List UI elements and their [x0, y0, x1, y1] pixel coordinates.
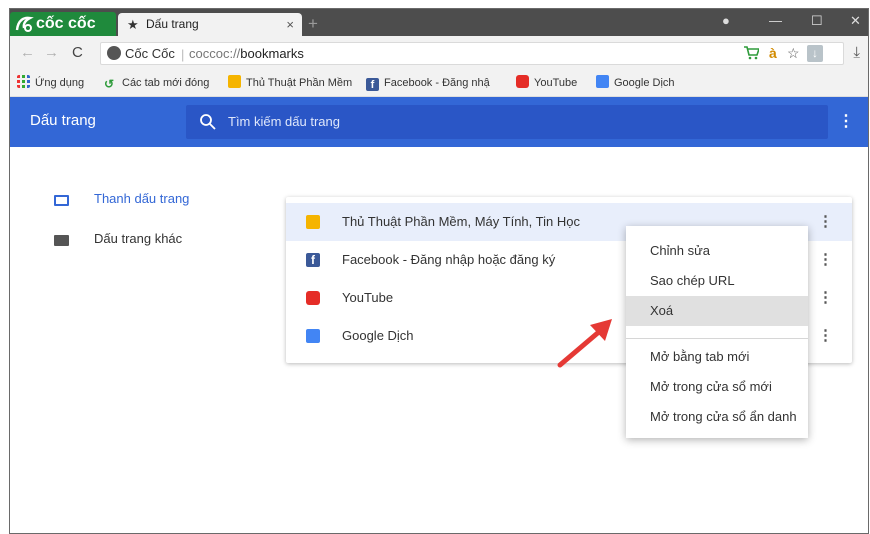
sidebar-item-label: Thanh dấu trang — [94, 191, 190, 206]
bookmark-search-input[interactable]: Tìm kiếm dấu trang — [186, 105, 828, 139]
tab-bookmarks[interactable]: ★ Dấu trang × — [118, 13, 302, 36]
folder-icon — [54, 235, 69, 246]
more-actions-icon[interactable]: ⋮ — [818, 279, 833, 317]
coccoc-logo-icon — [15, 16, 34, 32]
reload-button[interactable]: C — [72, 44, 83, 61]
more-actions-icon[interactable]: ⋮ — [818, 241, 833, 279]
address-input[interactable]: Cốc Cốc | coccoc://bookmarks à ☆ ↓ — [100, 42, 844, 65]
star-icon[interactable]: ☆ — [787, 46, 800, 61]
star-icon: ★ — [127, 17, 139, 32]
menu-item-open-incognito[interactable]: Mở trong cửa sổ ẩn danh — [626, 402, 808, 432]
bookmark-recent-tabs[interactable]: ↺ Các tab mới đóng — [104, 70, 209, 96]
menu-item-edit[interactable]: Chỉnh sửa — [626, 236, 808, 266]
forward-button[interactable]: → — [44, 44, 59, 61]
menu-divider — [626, 338, 808, 339]
apps-label: Ứng dụng — [35, 77, 85, 89]
url-separator: | — [181, 47, 185, 62]
google-translate-icon — [596, 75, 609, 88]
bookmark-title: Google Dịch — [342, 328, 414, 343]
url-path: bookmarks — [240, 46, 304, 61]
search-icon — [200, 114, 216, 130]
bookmark-label: Google Dịch — [614, 77, 675, 89]
url-text: coccoc://bookmarks — [189, 43, 304, 64]
more-actions-icon[interactable]: ⋮ — [818, 317, 833, 355]
youtube-icon — [516, 75, 529, 88]
bookmark-label: Thủ Thuật Phần Mềm — [246, 77, 353, 89]
page-title: Dấu trang — [30, 112, 96, 129]
minimize-button[interactable]: — — [769, 13, 782, 28]
bookmark-google-translate[interactable]: Google Dịch — [596, 70, 675, 96]
profile-icon[interactable]: ● — [722, 13, 730, 28]
site-identity[interactable]: Cốc Cốc — [107, 43, 175, 64]
google-translate-icon — [306, 329, 320, 343]
bookmark-label: Các tab mới đóng — [122, 77, 210, 89]
close-window-button[interactable]: ✕ — [850, 13, 861, 29]
more-actions-icon[interactable]: ⋮ — [818, 203, 833, 241]
site-name: Cốc Cốc — [125, 46, 175, 61]
menu-item-copy-url[interactable]: Sao chép URL — [626, 266, 808, 296]
brand-name: cốc cốc — [36, 15, 96, 32]
back-button[interactable]: ← — [20, 44, 35, 61]
ttpm-icon — [228, 75, 241, 88]
bookmark-youtube[interactable]: YouTube — [516, 70, 577, 96]
bookmark-title: Thủ Thuật Phần Mềm, Máy Tính, Tin Học — [342, 214, 580, 229]
download-icon[interactable]: ⤓ — [853, 44, 860, 61]
dictionary-icon[interactable]: à — [769, 46, 777, 61]
apps-grid-icon — [17, 75, 30, 88]
maximize-button[interactable]: ☐ — [811, 13, 823, 29]
cart-icon[interactable] — [743, 46, 761, 63]
youtube-icon — [306, 291, 320, 305]
bookmarks-header: Dấu trang Tìm kiếm dấu trang ⋮ — [10, 97, 868, 147]
bookmark-label: YouTube — [534, 77, 578, 89]
download-ext-icon[interactable]: ↓ — [807, 45, 823, 62]
context-menu: Chỉnh sửa Sao chép URL Xoá Mở bằng tab m… — [626, 226, 808, 438]
history-icon: ↺ — [104, 77, 115, 91]
annotation-arrow-icon — [557, 319, 612, 368]
apps-shortcut[interactable]: Ứng dụng — [17, 70, 84, 96]
bookmark-label: Facebook - Đăng nhậ — [384, 77, 490, 89]
url-scheme: coccoc:// — [189, 46, 241, 61]
tab-close-icon[interactable]: × — [286, 13, 294, 36]
bookmark-title: Facebook - Đăng nhập hoặc đăng ký — [342, 252, 556, 267]
facebook-icon: f — [366, 78, 379, 91]
header-menu-icon[interactable]: ⋮ — [838, 111, 854, 131]
facebook-icon: f — [306, 253, 320, 267]
new-tab-button[interactable]: + — [308, 15, 318, 32]
menu-item-delete[interactable]: Xoá — [626, 296, 808, 326]
ttpm-icon — [306, 215, 320, 229]
sidebar-item-label: Dấu trang khác — [94, 231, 183, 246]
browser-window: cốc cốc ★ Dấu trang × + ● — ☐ ✕ ← → C Cố… — [9, 8, 869, 534]
coccoc-logo[interactable]: cốc cốc — [10, 12, 116, 36]
search-placeholder: Tìm kiếm dấu trang — [228, 114, 340, 129]
bookmark-facebook[interactable]: f Facebook - Đăng nhậ — [366, 70, 490, 96]
title-bar: cốc cốc ★ Dấu trang × + ● — ☐ ✕ — [10, 9, 868, 36]
coccoc-site-icon — [107, 46, 121, 60]
menu-item-open-new-window[interactable]: Mở trong cửa sổ mới — [626, 372, 808, 402]
address-toolbar: ← → C Cốc Cốc | coccoc://bookmarks à ☆ ↓… — [10, 36, 868, 70]
menu-item-open-new-tab[interactable]: Mở bằng tab mới — [626, 342, 808, 372]
bookmark-ttpm[interactable]: Thủ Thuật Phần Mềm — [228, 70, 352, 96]
bookmark-title: YouTube — [342, 290, 394, 305]
tab-title: Dấu trang — [146, 17, 199, 31]
bookmarks-bar: Ứng dụng ↺ Các tab mới đóng Thủ Thuật Phầ… — [10, 70, 868, 97]
folder-icon — [54, 195, 69, 206]
